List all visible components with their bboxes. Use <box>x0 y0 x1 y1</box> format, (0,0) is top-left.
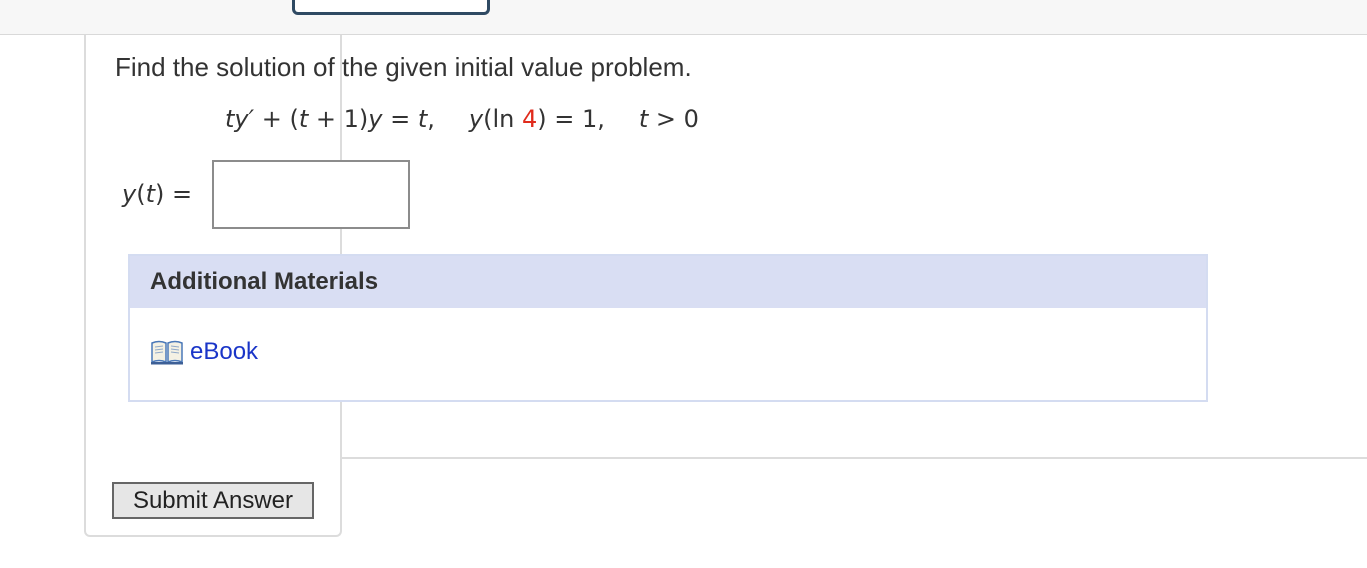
panel-divider <box>342 457 1367 459</box>
eq-plus-one: + 1) <box>308 105 369 133</box>
ebook-label: eBook <box>190 338 259 365</box>
submit-answer-button[interactable]: Submit Answer <box>112 482 314 519</box>
ic-y: y <box>468 105 484 133</box>
answer-label-rest: ) = <box>155 180 193 208</box>
answer-label-open: ( <box>136 180 146 208</box>
eq-t2: t <box>298 105 309 133</box>
top-toolbar-strip <box>0 0 1367 35</box>
open-book-icon <box>150 339 184 365</box>
eq-t3: t <box>417 105 428 133</box>
ic-ln-open: (ln <box>483 105 522 133</box>
eq-y: y <box>368 105 383 133</box>
ic-value: 4 <box>521 105 538 133</box>
eq-comma: , <box>427 105 435 133</box>
eq-t: t <box>225 105 235 133</box>
answer-label-y: y <box>122 180 137 208</box>
additional-materials-title: Additional Materials <box>150 268 379 295</box>
answer-label-t: t <box>145 180 155 208</box>
cond-rest: > 0 <box>648 105 699 133</box>
answer-input[interactable] <box>212 160 410 229</box>
additional-materials-header: Additional Materials <box>130 256 1206 308</box>
cond-t: t <box>638 105 649 133</box>
eq-plus: + ( <box>254 105 299 133</box>
top-tab-button[interactable] <box>292 0 490 15</box>
question-prompt: Find the solution of the given initial v… <box>115 52 692 82</box>
answer-label: y(t) = <box>122 180 192 208</box>
eq-equals: = <box>382 105 418 133</box>
additional-materials-box: Additional Materials eBook <box>128 254 1208 402</box>
eq-y-prime: y′ <box>234 105 255 133</box>
ebook-link[interactable]: eBook <box>150 338 258 366</box>
ic-close: ) = 1, <box>537 105 605 133</box>
differential-equation: ty′ + (t + 1)y = t, y(ln 4) = 1, t > 0 <box>225 105 699 133</box>
